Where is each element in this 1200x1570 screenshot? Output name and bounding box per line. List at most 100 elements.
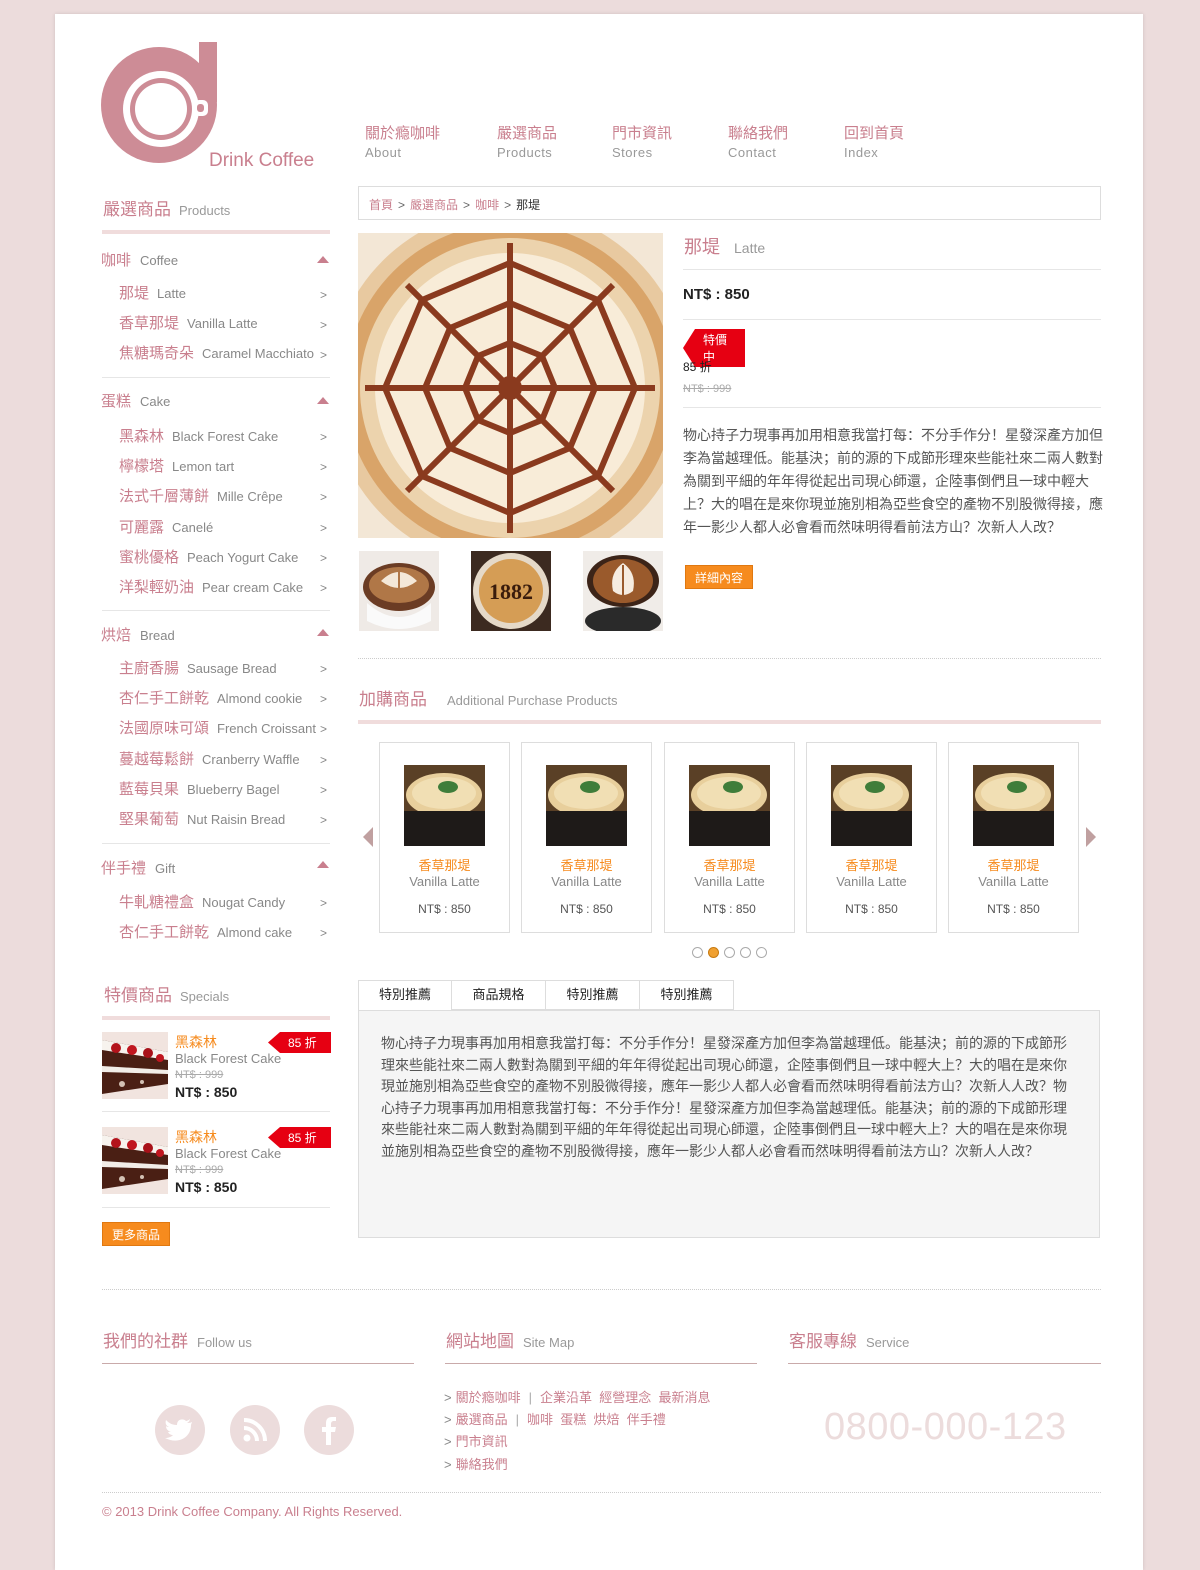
sitemap-link-stores[interactable]: 門市資訊 [456, 1434, 508, 1449]
carousel-dot[interactable] [692, 947, 703, 958]
divider [102, 1207, 330, 1208]
sidebar-item-black-forest[interactable]: 黑森林 Black Forest Cake [119, 425, 278, 446]
carousel-dot[interactable] [740, 947, 751, 958]
sitemap-link-coffee[interactable]: 咖啡 [527, 1412, 553, 1427]
item-label-zh: 焦糖瑪奇朵 [119, 345, 195, 362]
carousel-dot[interactable] [724, 947, 735, 958]
card-price: NT$ : 850 [418, 902, 471, 916]
tab-spec[interactable]: 商品規格 [451, 980, 546, 1010]
collapse-arrow-icon[interactable] [317, 629, 329, 636]
detail-button[interactable]: 詳細內容 [685, 565, 754, 589]
nav-index[interactable]: 回到首頁 Index [844, 122, 954, 160]
sidebar-item-latte[interactable]: 那堤 Latte [119, 282, 186, 303]
sidebar-item-blueberry-bagel[interactable]: 藍莓貝果 Blueberry Bagel [119, 778, 280, 799]
nav-stores[interactable]: 門市資訊 Stores [612, 122, 722, 160]
breadcrumb-sep: > [463, 198, 471, 212]
special-old-price: NT$ : 999 [175, 1164, 224, 1176]
facebook-icon[interactable] [304, 1405, 354, 1455]
sidebar-item-canele[interactable]: 可麗露 Canelé [119, 516, 213, 537]
twitter-icon[interactable] [155, 1405, 205, 1455]
breadcrumb-coffee[interactable]: 咖啡 [475, 198, 499, 212]
additional-product-card[interactable]: 香草那堤 Vanilla Latte NT$ : 850 [948, 742, 1079, 933]
sidebar-item-nougat[interactable]: 牛軋糖禮盒 Nougat Candy [119, 891, 285, 912]
logo[interactable]: Drink Coffee [101, 42, 341, 172]
nav-label-en: Products [497, 145, 553, 160]
sitemap-link-gift[interactable]: 伴手禮 [627, 1412, 666, 1427]
collapse-arrow-icon[interactable] [317, 861, 329, 868]
sitemap-link-bread[interactable]: 烘焙 [594, 1412, 620, 1427]
sitemap-row: > 嚴選商品 | 咖啡 蛋糕 烘焙 伴手禮 [444, 1409, 666, 1428]
specials-title-en: Specials [180, 989, 230, 1004]
sidebar-item-almond-cake[interactable]: 杏仁手工餅乾 Almond cake [119, 921, 292, 942]
nav-products[interactable]: 嚴選商品 Products [497, 122, 607, 160]
sidebar-item-cranberry-waffle[interactable]: 蔓越莓鬆餅 Cranberry Waffle [119, 748, 300, 769]
product-thumbnail[interactable] [583, 551, 663, 631]
item-label-zh: 洋梨輕奶油 [119, 579, 195, 596]
sitemap-link-about[interactable]: 關於瘾咖啡 [456, 1390, 521, 1405]
nav-contact[interactable]: 聯絡我們 Contact [728, 122, 838, 160]
product-thumbnail[interactable]: 1882 [471, 551, 551, 631]
nav-about[interactable]: 關於瘾咖啡 About [365, 122, 475, 160]
collapse-arrow-icon[interactable] [317, 397, 329, 404]
additional-product-card[interactable]: 香草那堤 Vanilla Latte NT$ : 850 [806, 742, 937, 933]
special-name[interactable]: 黑森林 [175, 1032, 217, 1052]
tab-recommend-active[interactable]: 特別推薦 [358, 980, 452, 1011]
product-discount: 85 折 [683, 360, 712, 374]
nav-label-zh: 關於瘾咖啡 [365, 125, 441, 142]
rss-icon[interactable] [230, 1405, 280, 1455]
carousel-dot-active[interactable] [708, 947, 719, 958]
category-label-en: Coffee [140, 253, 179, 268]
sidebar-item-almond-cookie[interactable]: 杏仁手工餅乾 Almond cookie [119, 687, 302, 708]
product-title-en: Latte [734, 240, 766, 256]
carousel-next-icon[interactable] [1085, 826, 1097, 851]
breadcrumb-products[interactable]: 嚴選商品 [410, 198, 458, 212]
sidebar-item-french-croissant[interactable]: 法國原味可頌 French Croissant [119, 717, 316, 738]
sidebar-item-mille-crepe[interactable]: 法式千層薄餅 Mille Crêpe [119, 485, 283, 506]
tab-recommend[interactable]: 特別推薦 [545, 980, 640, 1010]
card-name-en: Vanilla Latte [694, 874, 765, 889]
carousel-prev-icon[interactable] [362, 826, 374, 851]
sitemap-title-en: Site Map [523, 1335, 575, 1350]
item-label-zh: 香草那堤 [119, 315, 180, 332]
sitemap-link-contact[interactable]: 聯絡我們 [456, 1457, 508, 1472]
additional-product-card[interactable]: 香草那堤 Vanilla Latte NT$ : 850 [379, 742, 510, 933]
category-gift[interactable]: 伴手禮 Gift [101, 857, 175, 878]
product-image [831, 765, 912, 846]
sidebar-item-caramel-macchiato[interactable]: 焦糖瑪奇朵 Caramel Macchiato [119, 342, 314, 363]
divider [102, 1111, 330, 1112]
item-label-en: Nut Raisin Bread [187, 812, 286, 827]
sitemap-link-news[interactable]: 最新消息 [659, 1390, 711, 1405]
product-main-image[interactable] [358, 233, 663, 538]
category-label-zh: 烘焙 [101, 627, 132, 644]
special-image[interactable] [102, 1127, 168, 1194]
special-name[interactable]: 黑森林 [175, 1127, 217, 1147]
product-thumbnail[interactable] [359, 551, 439, 631]
collapse-arrow-icon[interactable] [317, 256, 329, 263]
sidebar-item-peach-yogurt[interactable]: 蜜桃優格 Peach Yogurt Cake [119, 546, 298, 567]
tab-recommend[interactable]: 特別推薦 [639, 980, 734, 1010]
category-cake[interactable]: 蛋糕 Cake [101, 390, 170, 411]
sidebar-item-pear-cream[interactable]: 洋梨輕奶油 Pear cream Cake [119, 576, 303, 597]
category-coffee[interactable]: 咖啡 Coffee [101, 249, 178, 270]
item-label-zh: 可麗露 [119, 519, 165, 536]
sidebar-item-nut-raisin[interactable]: 堅果葡萄 Nut Raisin Bread [119, 808, 285, 829]
category-label-zh: 蛋糕 [101, 393, 132, 410]
sitemap-link-history[interactable]: 企業沿革 [540, 1390, 592, 1405]
additional-product-card[interactable]: 香草那堤 Vanilla Latte NT$ : 850 [664, 742, 795, 933]
more-products-button[interactable]: 更多商品 [102, 1222, 171, 1246]
sitemap-link-products[interactable]: 嚴選商品 [456, 1412, 508, 1427]
breadcrumb-home[interactable]: 首頁 [369, 198, 393, 212]
sidebar-item-sausage-bread[interactable]: 主廚香腸 Sausage Bread [119, 657, 277, 678]
sidebar-item-vanilla-latte[interactable]: 香草那堤 Vanilla Latte [119, 312, 258, 333]
sitemap-link-cake[interactable]: 蛋糕 [560, 1412, 586, 1427]
category-bread[interactable]: 烘焙 Bread [101, 624, 175, 645]
additional-title-en: Additional Purchase Products [447, 693, 618, 708]
chevron-right-icon: > [320, 753, 328, 767]
discount-badge: 85 折 [268, 1127, 331, 1148]
carousel-dot[interactable] [756, 947, 767, 958]
sidebar-item-lemon-tart[interactable]: 檸檬塔 Lemon tart [119, 455, 234, 476]
additional-product-card[interactable]: 香草那堤 Vanilla Latte NT$ : 850 [521, 742, 652, 933]
special-image[interactable] [102, 1032, 168, 1099]
sitemap-link-philosophy[interactable]: 經營理念 [599, 1390, 651, 1405]
nav-label-en: Contact [728, 145, 777, 160]
